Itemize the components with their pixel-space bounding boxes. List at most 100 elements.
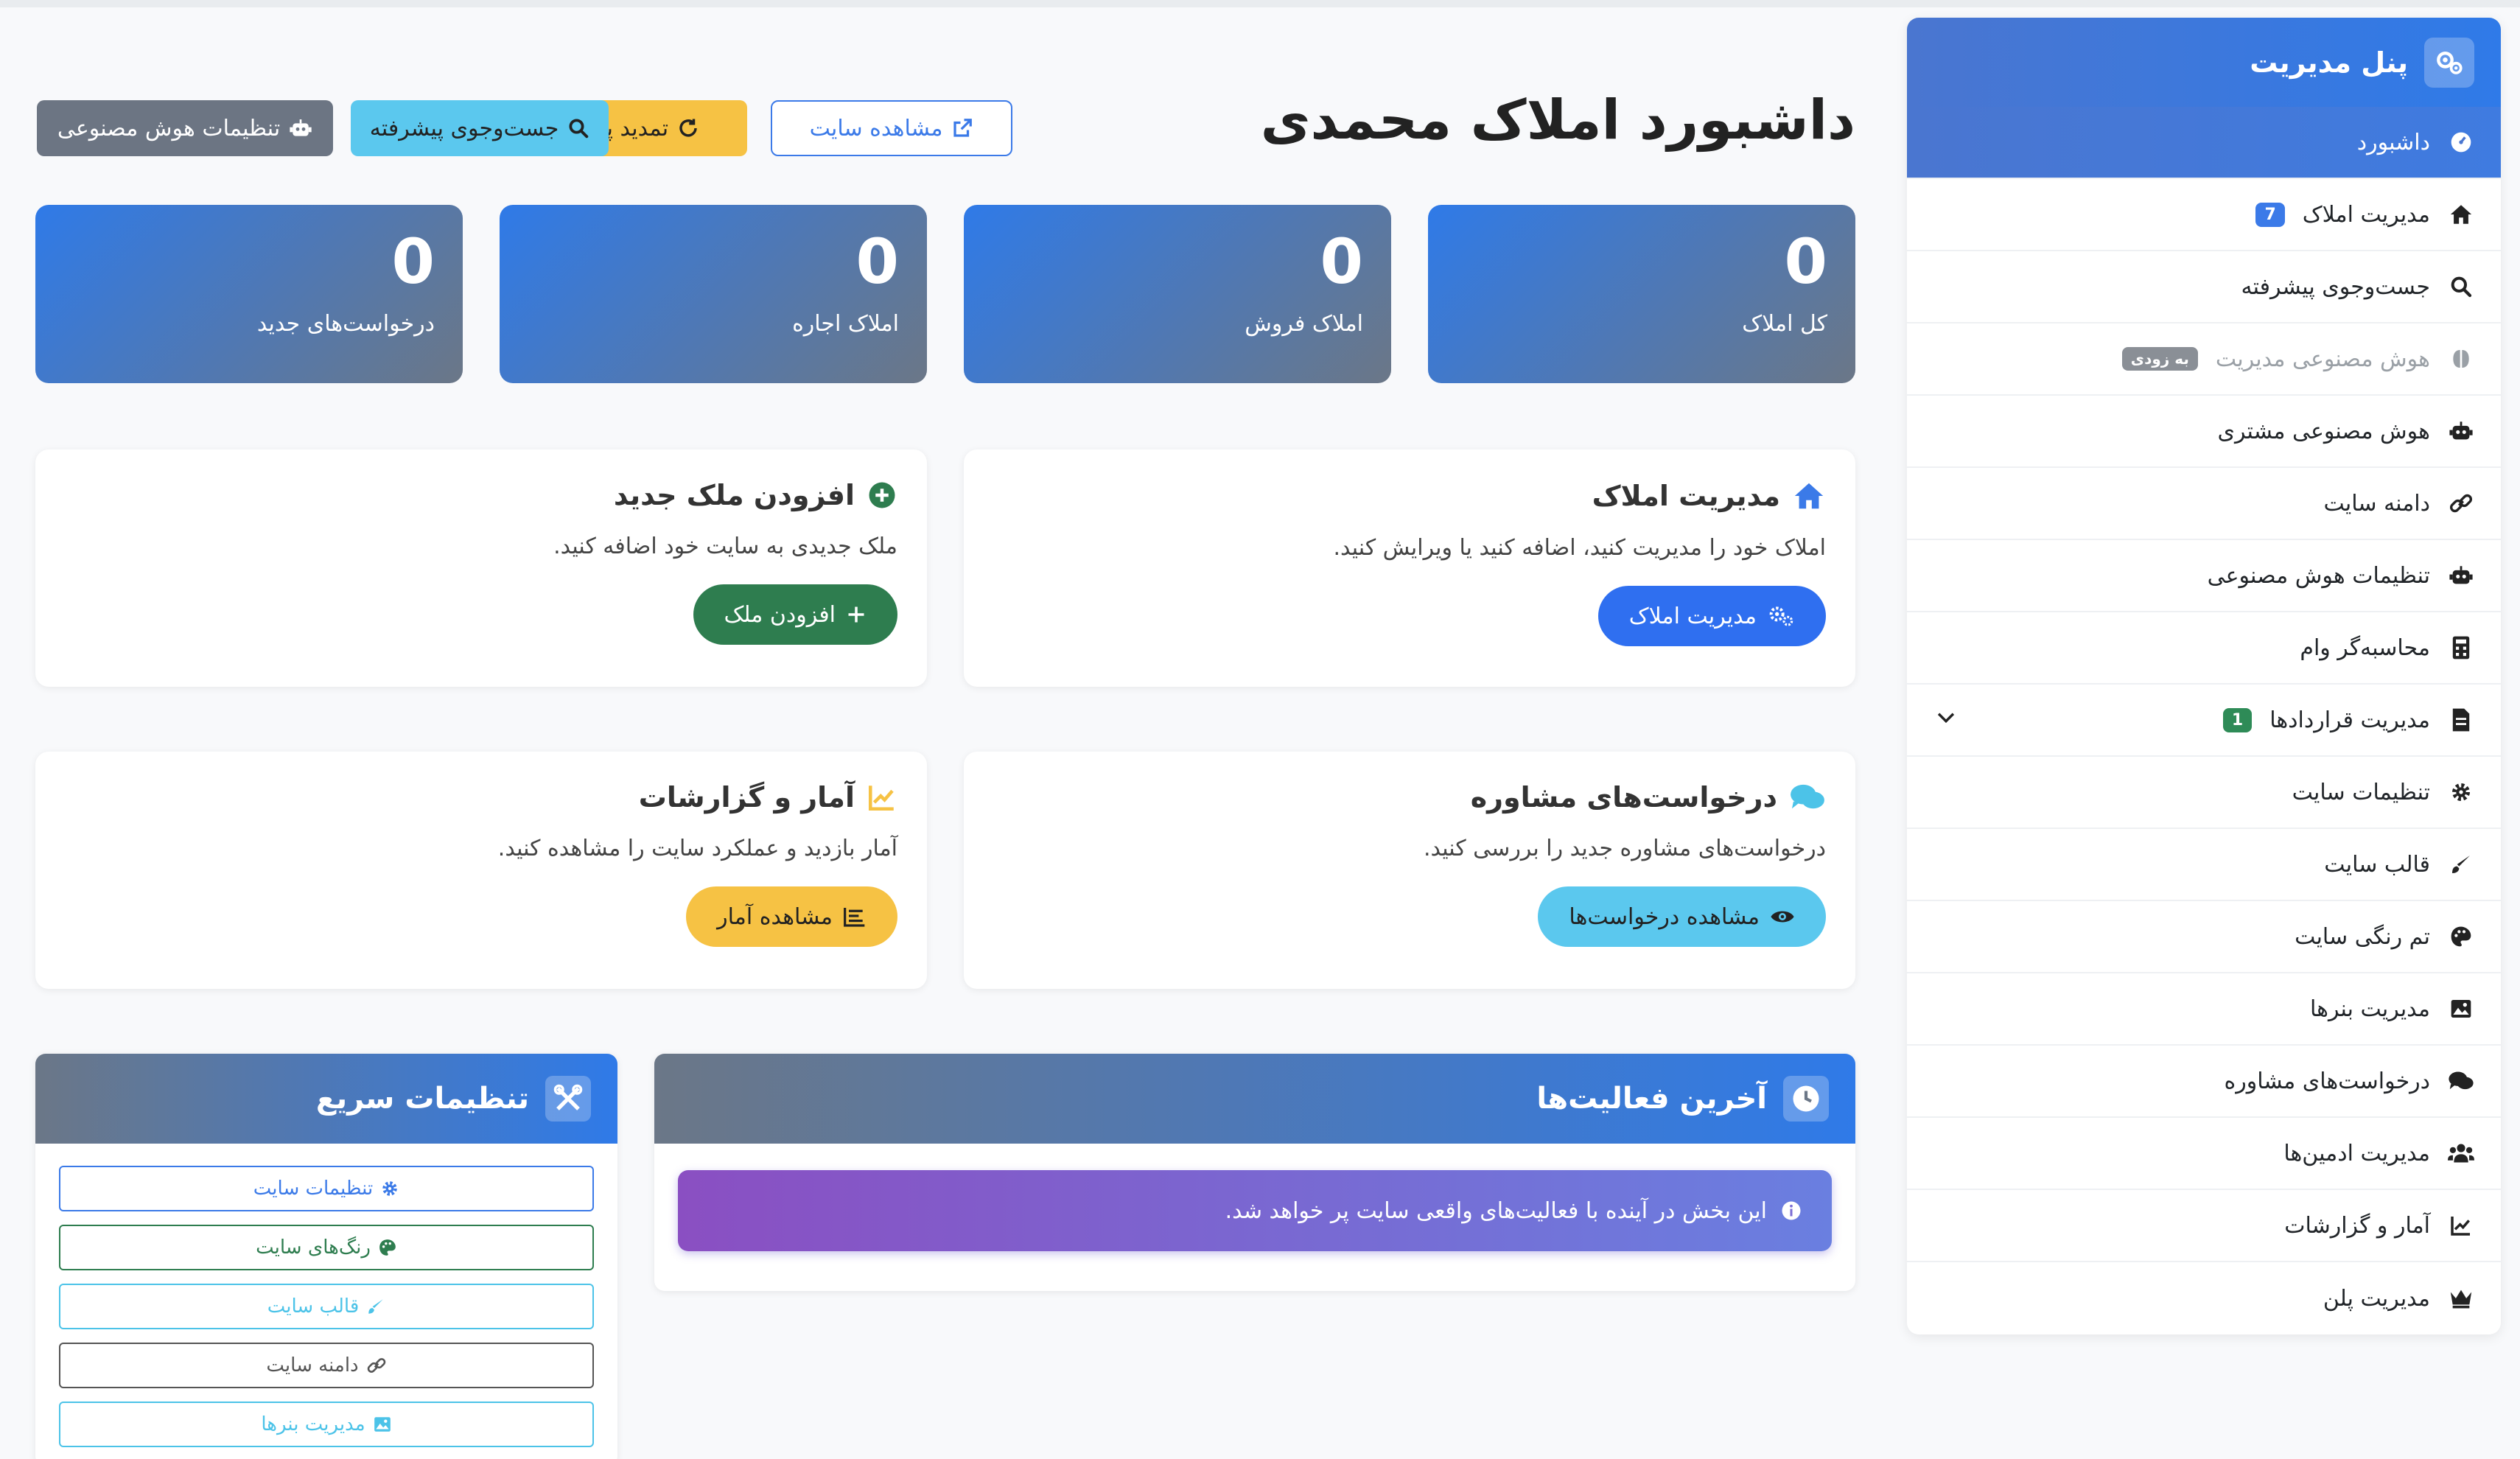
consultation-requests-card: درخواست‌های مشاوره درخواست‌های مشاوره جد… xyxy=(964,752,1855,989)
quick-banners-button[interactable]: مدیریت بنرها xyxy=(59,1402,594,1447)
stat-value: 0 xyxy=(1320,225,1363,298)
ai-settings-button[interactable]: تنظیمات هوش مصنوعی xyxy=(37,100,333,156)
card-title: مدیریت املاک xyxy=(1592,480,1780,512)
tools-icon xyxy=(545,1076,591,1122)
sidebar-item-label: تم رنگی سایت xyxy=(2295,923,2430,950)
chart-line-icon xyxy=(2448,1212,2474,1239)
sidebar-item-customer-ai[interactable]: هوش مصنوعی مشتری xyxy=(1907,396,2501,468)
comments-icon xyxy=(2448,1068,2474,1094)
button-label: افزودن ملک xyxy=(724,601,836,628)
image-icon xyxy=(373,1415,392,1434)
plus-circle-icon xyxy=(867,480,897,511)
sidebar-item-domain[interactable]: دامنه سایت xyxy=(1907,468,2501,540)
palette-icon xyxy=(2448,923,2474,950)
comments-icon xyxy=(1789,782,1826,813)
button-label: مشاهده آمار xyxy=(717,903,833,930)
gear-icon xyxy=(2448,779,2474,805)
sidebar-item-color-theme[interactable]: تم رنگی سایت xyxy=(1907,901,2501,973)
sidebar-item-label: جست‌وجوی پیشرفته xyxy=(2241,273,2430,300)
eye-icon xyxy=(1770,907,1795,926)
sidebar-item-label: دامنه سایت xyxy=(2323,490,2430,517)
panel-title: آخرین فعالیت‌ها xyxy=(1536,1082,1767,1116)
sidebar-item-label: مدیریت املاک xyxy=(2302,201,2430,228)
sidebar-item-ai-settings[interactable]: تنظیمات هوش مصنوعی xyxy=(1907,540,2501,612)
brush-icon xyxy=(366,1297,385,1316)
quick-site-template-button[interactable]: قالب سایت xyxy=(59,1284,594,1329)
robot-icon xyxy=(2448,418,2474,444)
view-site-label: مشاهده سایت xyxy=(809,115,943,141)
sidebar-item-admin-ai: هوش مصنوعی مدیریت به زودی xyxy=(1907,323,2501,396)
sidebar-item-label: هوش مصنوعی مدیریت xyxy=(2215,346,2430,372)
stat-value: 0 xyxy=(855,225,899,298)
sidebar-item-properties[interactable]: مدیریت املاک 7 xyxy=(1907,179,2501,251)
sidebar-item-contracts[interactable]: مدیریت قراردادها 1 xyxy=(1907,685,2501,757)
count-badge: 7 xyxy=(2255,202,2285,227)
sidebar-item-admins[interactable]: مدیریت ادمین‌ها xyxy=(1907,1118,2501,1190)
stat-label: املاک اجاره xyxy=(792,311,899,337)
search-icon xyxy=(2448,273,2474,300)
users-icon xyxy=(2448,1140,2474,1166)
quick-site-settings-button[interactable]: تنظیمات سایت xyxy=(59,1166,594,1211)
crown-icon xyxy=(2448,1285,2474,1312)
file-contract-icon xyxy=(2448,707,2474,733)
view-requests-button[interactable]: مشاهده درخواست‌ها xyxy=(1538,886,1826,947)
button-label: دامنه سایت xyxy=(266,1354,359,1376)
count-badge: 1 xyxy=(2222,707,2253,732)
card-title: آمار و گزارشات xyxy=(638,781,855,814)
page-title: داشبورد املاک محمدی xyxy=(1260,88,1855,152)
manage-properties-card: مدیریت املاک املاک خود را مدیریت کنید، ا… xyxy=(964,449,1855,687)
robot-icon xyxy=(2448,562,2474,589)
refresh-icon xyxy=(677,117,699,139)
gears-icon xyxy=(1767,604,1795,628)
brain-icon xyxy=(2448,346,2474,372)
advanced-search-label: جست‌وجوی پیشرفته xyxy=(369,115,559,141)
stat-card-total: 0 کل املاک xyxy=(1428,205,1855,383)
sidebar: پنل مدیریت داشبورد مدیریت املاک 7 جست‌وج… xyxy=(1907,18,2501,1334)
coming-soon-badge: به زودی xyxy=(2121,347,2198,371)
sidebar-item-plans[interactable]: مدیریت پلن xyxy=(1907,1262,2501,1334)
sidebar-item-banners[interactable]: مدیریت بنرها xyxy=(1907,973,2501,1046)
calculator-icon xyxy=(2448,634,2474,661)
view-stats-button[interactable]: مشاهده آمار xyxy=(686,886,897,947)
quick-site-colors-button[interactable]: رنگ‌های سایت xyxy=(59,1225,594,1270)
stat-value: 0 xyxy=(391,225,435,298)
sidebar-item-consultations[interactable]: درخواست‌های مشاوره xyxy=(1907,1046,2501,1118)
stat-label: املاک فروش xyxy=(1245,311,1363,337)
button-label: قالب سایت xyxy=(267,1295,360,1318)
sidebar-item-template[interactable]: قالب سایت xyxy=(1907,829,2501,901)
sidebar-item-label: مدیریت بنرها xyxy=(2310,996,2430,1022)
ai-settings-label: تنظیمات هوش مصنوعی xyxy=(57,115,281,141)
info-alert: این بخش در آینده با فعالیت‌های واقعی سای… xyxy=(678,1170,1832,1251)
plus-icon xyxy=(846,604,867,625)
link-icon xyxy=(366,1355,387,1376)
top-divider xyxy=(0,0,2520,7)
sidebar-item-advanced-search[interactable]: جست‌وجوی پیشرفته xyxy=(1907,251,2501,323)
view-site-button[interactable]: مشاهده سایت xyxy=(771,100,1012,156)
add-property-button[interactable]: افزودن ملک xyxy=(693,584,897,645)
sidebar-item-loan-calculator[interactable]: محاسبه‌گر وام xyxy=(1907,612,2501,685)
sidebar-title: پنل مدیریت xyxy=(2250,46,2408,79)
home-icon xyxy=(1792,479,1826,513)
advanced-search-button[interactable]: جست‌وجوی پیشرفته xyxy=(351,100,609,156)
sidebar-item-site-settings[interactable]: تنظیمات سایت xyxy=(1907,757,2501,829)
dashboard-icon xyxy=(2448,129,2474,155)
manage-properties-button[interactable]: مدیریت املاک xyxy=(1597,586,1826,646)
sidebar-item-label: مدیریت ادمین‌ها xyxy=(2283,1140,2430,1166)
sidebar-item-label: داشبورد xyxy=(2356,129,2430,155)
sidebar-item-label: محاسبه‌گر وام xyxy=(2300,634,2430,661)
card-title: درخواست‌های مشاوره xyxy=(1470,781,1777,814)
chevron-down-icon[interactable] xyxy=(1933,704,1959,735)
stat-card-rent: 0 املاک اجاره xyxy=(500,205,927,383)
quick-settings-panel: تنظیمات سریع تنظیمات سایت رنگ‌های سایت ق… xyxy=(35,1054,617,1459)
sidebar-item-reports[interactable]: آمار و گزارشات xyxy=(1907,1190,2501,1262)
stat-label: کل املاک xyxy=(1742,311,1827,337)
sidebar-item-label: مدیریت قراردادها xyxy=(2269,707,2430,733)
sidebar-item-label: هوش مصنوعی مشتری xyxy=(2217,418,2430,444)
robot-icon xyxy=(289,116,312,140)
quick-domain-button[interactable]: دامنه سایت xyxy=(59,1343,594,1388)
button-label: تنظیمات سایت xyxy=(253,1178,374,1200)
sidebar-item-label: آمار و گزارشات xyxy=(2284,1212,2430,1239)
sidebar-item-label: تنظیمات هوش مصنوعی xyxy=(2207,562,2430,589)
sidebar-item-dashboard[interactable]: داشبورد xyxy=(1907,107,2501,179)
card-description: املاک خود را مدیریت کنید، اضافه کنید یا … xyxy=(1333,535,1826,561)
